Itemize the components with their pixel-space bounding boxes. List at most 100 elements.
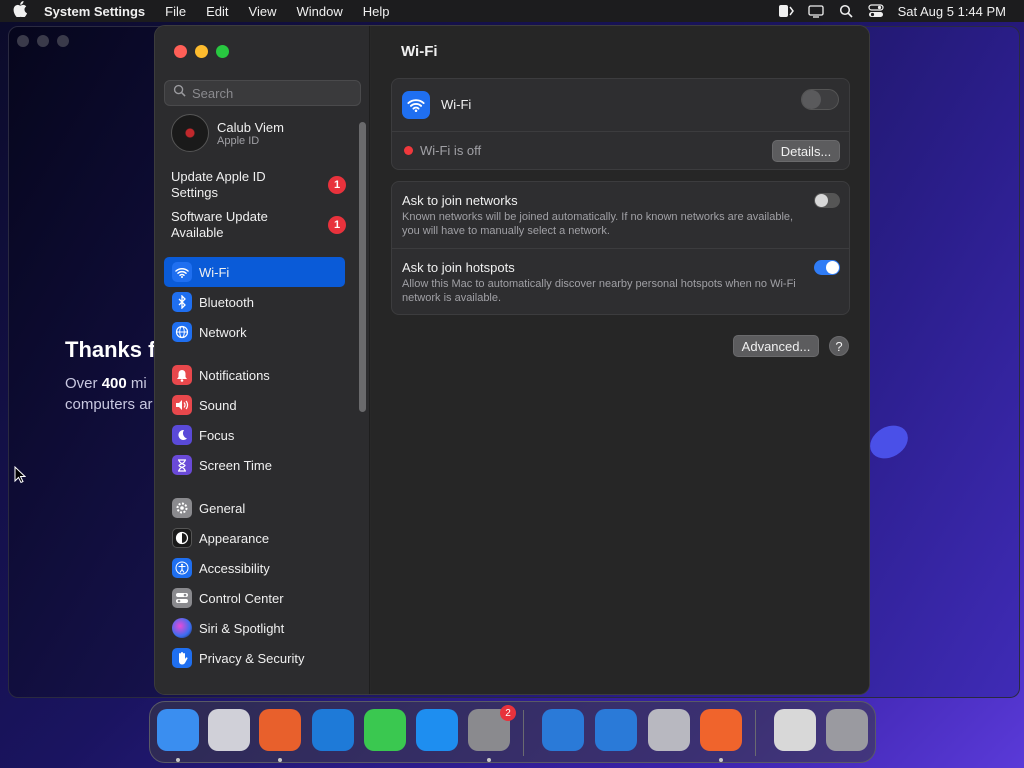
advanced-button[interactable]: Advanced... — [733, 335, 819, 357]
notice-update-apple-id[interactable]: Update Apple ID Settings 1 — [171, 169, 346, 201]
wifi-power-toggle[interactable] — [801, 89, 839, 110]
notice-label: Update Apple ID Settings — [171, 169, 266, 200]
minimize-window-button[interactable] — [195, 45, 208, 58]
wifi-icon — [402, 91, 430, 119]
mouse-cursor-icon — [14, 466, 26, 484]
sidebar-item-label: Network — [199, 324, 247, 340]
sidebar: Calub Viem Apple ID Update Apple ID Sett… — [155, 26, 370, 694]
main-pane: Wi-Fi Wi-Fi Wi-Fi is off Details... Ask … — [371, 26, 869, 694]
dock-separator — [523, 710, 524, 756]
sidebar-item-sound[interactable]: Sound — [164, 390, 345, 420]
notice-software-update[interactable]: Software Update Available 1 — [171, 209, 346, 241]
background-heading: Thanks f — [65, 337, 156, 362]
sidebar-item-label: Privacy & Security — [199, 650, 305, 666]
sidebar-item-label: Bluetooth — [199, 294, 254, 310]
sidebar-item-accessibility[interactable]: Accessibility — [164, 553, 345, 583]
status-menu-icon[interactable] — [778, 4, 794, 18]
wifi-toggle-row: Wi-Fi — [392, 79, 849, 131]
sidebar-item-label: Focus — [199, 427, 235, 443]
notice-label: Software Update Available — [171, 209, 268, 240]
bell-icon — [172, 365, 192, 385]
sidebar-item-network[interactable]: Network — [164, 317, 345, 347]
messages-icon[interactable] — [364, 709, 406, 751]
sidebar-item-notifications[interactable]: Notifications — [164, 360, 345, 390]
apple-id-account[interactable]: Calub Viem Apple ID — [171, 114, 284, 152]
ask-hotspots-row: Ask to join hotspots Allow this Mac to a… — [392, 248, 849, 315]
sidebar-item-label: Wi-Fi — [199, 264, 230, 280]
search-input[interactable] — [192, 85, 352, 101]
siri-icon — [172, 618, 192, 638]
wifi-icon — [172, 262, 192, 282]
menu-view[interactable]: View — [239, 4, 287, 19]
page-title: Wi-Fi — [401, 43, 438, 60]
close-window-button[interactable] — [174, 45, 187, 58]
dock-badge: 2 — [500, 705, 516, 721]
xcode-icon[interactable] — [542, 709, 584, 751]
sidebar-item-control-center[interactable]: Control Center — [164, 583, 345, 613]
zoom-window-button[interactable] — [216, 45, 229, 58]
menu-file[interactable]: File — [155, 4, 196, 19]
system-settings-window: Calub Viem Apple ID Update Apple ID Sett… — [154, 25, 870, 695]
app-name-menu[interactable]: System Settings — [40, 4, 155, 19]
sidebar-item-label: Accessibility — [199, 560, 270, 576]
sidebar-item-focus[interactable]: Focus — [164, 420, 345, 450]
sidebar-item-screen-time[interactable]: Screen Time — [164, 450, 345, 480]
ask-networks-toggle[interactable] — [814, 193, 840, 208]
speaker-icon — [172, 395, 192, 415]
ask-hotspots-title: Ask to join hotspots — [402, 260, 515, 275]
status-dot — [404, 146, 413, 155]
finder-icon[interactable] — [157, 709, 199, 751]
trash-icon[interactable] — [826, 709, 868, 751]
sidebar-item-wifi[interactable]: Wi-Fi — [164, 257, 345, 287]
screen-mirroring-icon[interactable] — [807, 4, 824, 18]
ask-networks-row: Ask to join networks Known networks will… — [392, 182, 849, 248]
notice-badge: 1 — [328, 216, 346, 234]
menu-window[interactable]: Window — [286, 4, 352, 19]
hourglass-icon — [172, 455, 192, 475]
accessibility-icon — [172, 558, 192, 578]
menu-edit[interactable]: Edit — [196, 4, 238, 19]
search-field[interactable] — [164, 80, 361, 106]
sidebar-item-siri-spotlight[interactable]: Siri & Spotlight — [164, 613, 345, 643]
firefox-icon[interactable] — [259, 709, 301, 751]
dock: 2 — [149, 701, 876, 763]
sidebar-item-label: Screen Time — [199, 457, 272, 473]
running-indicator — [487, 758, 491, 762]
sidebar-item-general[interactable]: General — [164, 493, 345, 523]
sidebar-item-bluetooth[interactable]: Bluetooth — [164, 287, 345, 317]
ask-hotspots-desc: Allow this Mac to automatically discover… — [402, 278, 796, 304]
vscode-icon[interactable] — [312, 709, 354, 751]
menubar-clock[interactable]: Sat Aug 5 1:44 PM — [898, 4, 1006, 19]
swift-icon[interactable] — [700, 709, 742, 751]
help-button[interactable]: ? — [829, 336, 849, 356]
account-name: Calub Viem — [217, 119, 284, 135]
apple-menu-icon[interactable] — [0, 1, 40, 21]
sidebar-item-label: Control Center — [199, 590, 284, 606]
control-center-icon — [172, 588, 192, 608]
simulator-icon[interactable] — [595, 709, 637, 751]
sidebar-item-privacy-security[interactable]: Privacy & Security — [164, 643, 345, 673]
details-button[interactable]: Details... — [772, 140, 840, 162]
control-center-menu-icon[interactable] — [867, 4, 884, 18]
sidebar-scrollbar[interactable] — [359, 122, 366, 412]
wifi-card: Wi-Fi Wi-Fi is off Details... — [391, 78, 850, 170]
background-subtext-bold: 400 — [101, 375, 127, 392]
spotlight-search-icon[interactable] — [838, 4, 854, 18]
installer-icon[interactable] — [648, 709, 690, 751]
avatar — [171, 114, 209, 152]
system-settings-icon[interactable]: 2 — [468, 705, 516, 751]
notice-badge: 1 — [328, 176, 346, 194]
app-store-icon[interactable] — [416, 709, 458, 751]
bluetooth-icon — [172, 292, 192, 312]
documents-icon[interactable] — [774, 709, 816, 751]
launchpad-icon[interactable] — [208, 709, 250, 751]
running-indicator — [278, 758, 282, 762]
running-indicator — [176, 758, 180, 762]
background-subtext-pre: Over — [65, 375, 102, 392]
background-subtext: Over 400 mi computers ar — [65, 373, 165, 415]
menu-help[interactable]: Help — [353, 4, 400, 19]
background-subtext-line2: computers ar — [65, 396, 153, 413]
sidebar-item-appearance[interactable]: Appearance — [164, 523, 345, 553]
hand-icon — [172, 648, 192, 668]
ask-hotspots-toggle[interactable] — [814, 260, 840, 275]
